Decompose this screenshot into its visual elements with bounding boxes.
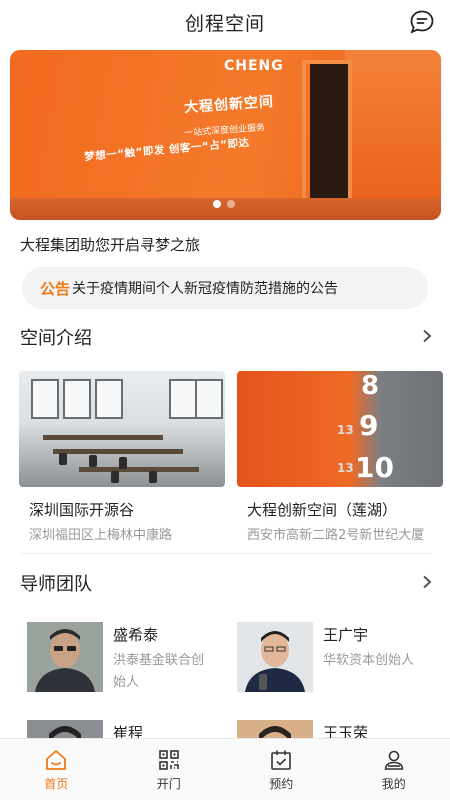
office-chair (111, 471, 119, 483)
tab-profile[interactable]: 我的 (338, 739, 450, 800)
qr-code-icon (158, 750, 179, 770)
tab-open-door[interactable]: 开门 (113, 739, 226, 800)
page-title: 创程空间 (184, 12, 265, 35)
room-number: 13 (337, 423, 354, 437)
announcement-text: 关于疫情期间个人新冠疫情防范措施的公告 (72, 281, 339, 297)
space-photo-office (19, 371, 225, 487)
bottom-tab-bar: 首页 开门 预约 我的 (0, 738, 450, 800)
carousel-dot-2[interactable] (227, 200, 235, 208)
carousel-indicator (213, 200, 235, 208)
mentor-name: 王广宇 (323, 626, 369, 644)
office-window (31, 379, 59, 419)
office-chair (59, 453, 67, 465)
tab-booking[interactable]: 预约 (225, 739, 338, 800)
office-window (169, 379, 197, 419)
space-name: 大程创新空间（莲湖） (247, 501, 398, 519)
mentor-photo (27, 622, 103, 692)
announcement-bar[interactable]: 公告 关于疫情期间个人新冠疫情防范措施的公告 (22, 267, 428, 309)
mentor-name: 盛希泰 (113, 626, 159, 644)
room-number: 10 (355, 451, 394, 484)
tab-label: 预约 (269, 777, 294, 791)
space-name: 深圳国际开源谷 (29, 501, 135, 519)
space-address: 西安市高新二路2号新世纪大厦 (247, 528, 425, 543)
office-chair (119, 457, 127, 469)
user-icon (384, 750, 404, 770)
tab-label: 开门 (156, 777, 181, 791)
mentor-card[interactable]: 盛希泰 洪泰基金联合创始人 (27, 622, 227, 702)
office-desk (79, 467, 199, 472)
mentor-desc: 洪泰基金联合创始人 (113, 653, 205, 690)
banner-headline: 大程创新空间 (183, 93, 275, 117)
banner-carousel[interactable]: CHENG 大程创新空间 一站式深度创业服务 梦想一“触”即发 创客一“占”即达 (10, 50, 441, 220)
announcement-tag: 公告 (40, 279, 71, 298)
intro-text: 大程集团助您开启寻梦之旅 (20, 236, 201, 254)
office-chair (149, 471, 157, 483)
section-title-mentors: 导师团队 (20, 574, 92, 595)
room-number: 9 (359, 409, 379, 442)
message-button[interactable] (408, 8, 436, 36)
space-card[interactable]: 深圳国际开源谷 深圳福田区上梅林中康路 (19, 371, 225, 543)
calendar-check-icon (271, 750, 292, 770)
mentor-photo (237, 622, 313, 692)
chat-bubble-icon (410, 10, 434, 34)
banner-door (310, 64, 348, 206)
room-number: 8 (361, 371, 380, 401)
chevron-right-icon[interactable] (420, 329, 434, 343)
tab-label: 首页 (44, 777, 69, 791)
office-desk (43, 435, 163, 440)
office-chair (89, 455, 97, 467)
office-window (63, 379, 91, 419)
mentor-card[interactable]: 王广宇 华软资本创始人 (237, 622, 437, 702)
section-divider (20, 553, 432, 554)
space-card[interactable]: 8 9 10 13 13 大程创新空间（莲湖） 西安市高新二路2号新世纪大厦 (237, 371, 443, 543)
space-photo-room: 8 9 10 13 13 (237, 371, 443, 487)
tab-label: 我的 (381, 777, 406, 791)
office-window (195, 379, 223, 419)
carousel-dot-1[interactable] (213, 200, 221, 208)
app-header: 创程空间 (0, 0, 450, 44)
section-title-spaces: 空间介绍 (20, 328, 92, 349)
banner-wall (345, 50, 441, 220)
office-window (95, 379, 123, 419)
space-address: 深圳福田区上梅林中康路 (29, 528, 173, 543)
home-icon (46, 750, 67, 770)
tab-home[interactable]: 首页 (0, 739, 113, 800)
chevron-right-icon[interactable] (420, 575, 434, 589)
banner-slogan: 梦想一“触”即发 创客一“占”即达 (83, 136, 251, 164)
mentor-desc: 华软资本创始人 (323, 653, 415, 668)
banner-brand: CHENG (224, 58, 284, 74)
avatar-image (237, 622, 313, 692)
room-number: 13 (337, 461, 354, 475)
office-desk (53, 449, 183, 454)
avatar-image (27, 622, 103, 692)
